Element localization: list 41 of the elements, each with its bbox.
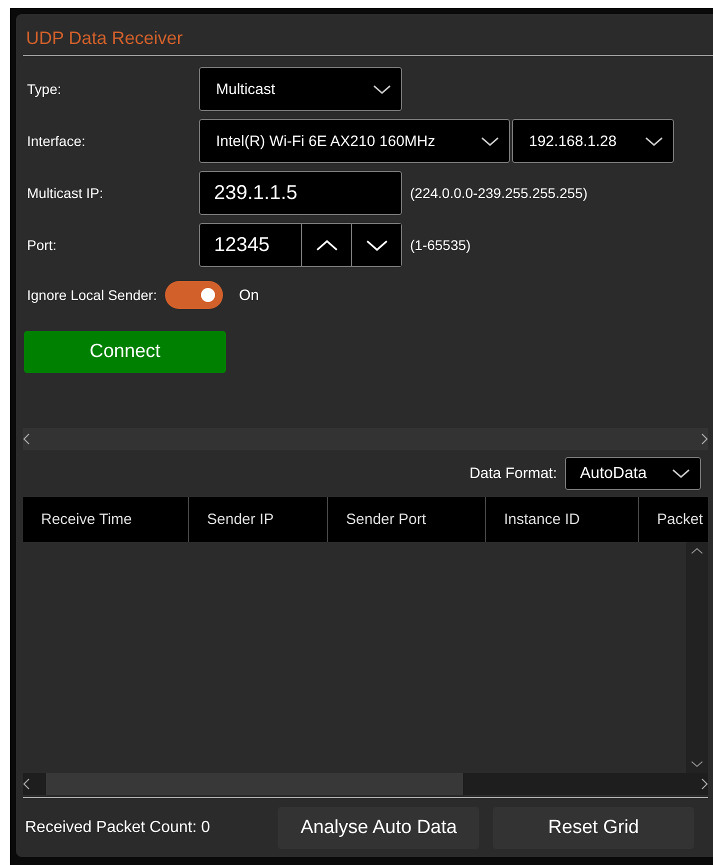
chevron-down-icon bbox=[645, 136, 663, 146]
address-dropdown[interactable]: 192.168.1.28 bbox=[512, 119, 674, 163]
column-header[interactable]: Instance ID bbox=[486, 497, 639, 542]
toggle-state: On bbox=[238, 286, 259, 304]
column-header[interactable]: Sender Port bbox=[328, 497, 486, 542]
column-header[interactable]: Receive Time bbox=[23, 497, 189, 542]
port-spinner[interactable]: 12345 bbox=[199, 223, 402, 267]
input-field[interactable]: 239.1.1.5 bbox=[199, 171, 402, 215]
scroll-left-icon[interactable] bbox=[23, 778, 31, 790]
range-hint: (1-65535) bbox=[410, 237, 471, 253]
scroll-right-icon[interactable] bbox=[700, 778, 708, 790]
field-label: Type: bbox=[26, 81, 62, 97]
panel-title: UDP Data Receiver bbox=[23, 14, 713, 56]
scroll-down-icon bbox=[691, 761, 703, 767]
analyse-button[interactable]: Analyse Auto Data bbox=[278, 807, 480, 849]
connect-button[interactable]: Connect bbox=[24, 331, 226, 373]
chevron-down-icon bbox=[481, 136, 499, 146]
chevron-down-icon bbox=[373, 84, 391, 94]
range-hint: (224.0.0.0-239.255.255.255) bbox=[410, 185, 588, 201]
toggle-switch[interactable] bbox=[164, 281, 223, 309]
chevron-up-icon bbox=[316, 240, 338, 250]
scroll-up-icon bbox=[691, 548, 703, 554]
field-label: Interface: bbox=[26, 133, 86, 149]
column-header[interactable]: Packet bbox=[639, 497, 708, 542]
scroll-right-icon[interactable] bbox=[700, 433, 708, 445]
horizontal-scrollbar[interactable] bbox=[23, 428, 708, 450]
toggle-label: Ignore Local Sender: bbox=[26, 287, 157, 303]
field-label: Data Format: bbox=[469, 465, 557, 482]
column-header[interactable]: Sender IP bbox=[189, 497, 328, 542]
field-label: Port: bbox=[26, 237, 58, 253]
chevron-down-icon bbox=[672, 469, 690, 478]
vertical-scrollbar[interactable] bbox=[686, 542, 708, 773]
chevron-down-icon bbox=[366, 240, 388, 250]
horizontal-scrollbar[interactable] bbox=[23, 773, 708, 795]
reset-grid-button[interactable]: Reset Grid bbox=[493, 807, 694, 849]
interface-dropdown[interactable]: Intel(R) Wi-Fi 6E AX210 160MHz bbox=[199, 119, 510, 163]
field-label: Multicast IP: bbox=[26, 185, 104, 201]
format-dropdown[interactable]: AutoData bbox=[565, 457, 701, 490]
scroll-left-icon[interactable] bbox=[23, 433, 31, 445]
packet-count: Received Packet Count: 0 bbox=[24, 819, 211, 837]
type-dropdown[interactable]: Multicast bbox=[199, 67, 402, 111]
